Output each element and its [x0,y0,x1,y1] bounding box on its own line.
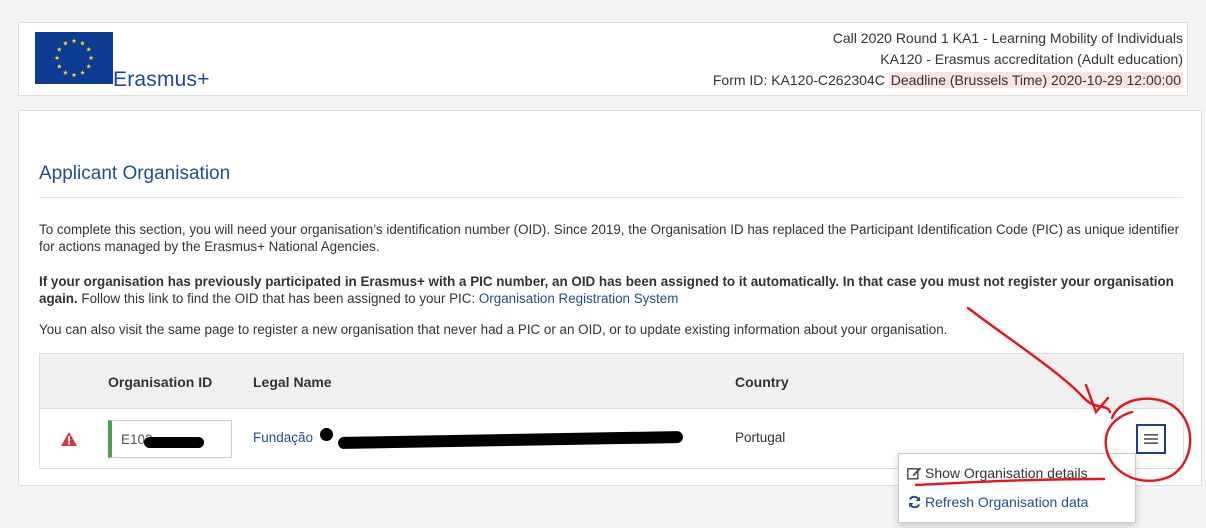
eu-stars-icon [35,32,113,84]
register-info-paragraph: You can also visit the same page to regi… [39,322,948,337]
call-info: Call 2020 Round 1 KA1 - Learning Mobilit… [713,28,1183,91]
pic-notice-text: Follow this link to find the OID that ha… [77,291,479,306]
redaction-mark [337,430,684,450]
column-header-country: Country [735,374,789,390]
redaction-mark [144,437,204,448]
section-title: Applicant Organisation [39,163,231,184]
row-actions-dropdown: Show Organisation details Refresh Organi… [898,453,1136,523]
applicant-organisation-panel: Applicant Organisation To complete this … [18,110,1202,486]
intro-paragraph: To complete this section, you will need … [39,222,1180,254]
edit-icon [907,467,922,480]
column-header-legal-name: Legal Name [253,374,332,390]
form-id: Form ID: KA120-C262304C [712,72,885,88]
organisation-table: Organisation ID Legal Name Country E102 … [39,353,1184,469]
show-organisation-details-item[interactable]: Show Organisation details [907,465,1088,481]
menu-item-label: Refresh Organisation data [925,494,1089,510]
row-actions-menu-button[interactable] [1136,424,1166,454]
title-divider [39,197,1183,198]
table-header: Organisation ID Legal Name Country [40,354,1183,409]
country-cell: Portugal [735,430,786,445]
column-header-oid: Organisation ID [108,374,213,390]
hamburger-icon [1144,434,1158,444]
refresh-icon [909,495,920,509]
header-panel: Erasmus+ Call 2020 Round 1 KA1 - Learnin… [18,22,1188,96]
eu-flag-logo [35,32,113,84]
refresh-organisation-data-item[interactable]: Refresh Organisation data [907,494,1088,510]
pic-notice-paragraph: If your organisation has previously part… [39,273,1189,307]
warning-icon [61,432,77,446]
brand-name: Erasmus+ [113,68,210,91]
form-meta: Form ID: KA120-C262304C Deadline (Brusse… [713,70,1183,91]
redaction-mark [320,428,333,441]
organisation-registration-link[interactable]: Organisation Registration System [479,291,678,306]
menu-item-label: Show Organisation details [925,465,1088,481]
call-title: Call 2020 Round 1 KA1 - Learning Mobilit… [832,30,1183,46]
deadline: Deadline (Brussels Time) 2020-10-29 12:0… [888,72,1183,88]
legal-name-link[interactable]: Fundação [253,430,313,445]
action-type: KA120 - Erasmus accreditation (Adult edu… [880,51,1183,67]
